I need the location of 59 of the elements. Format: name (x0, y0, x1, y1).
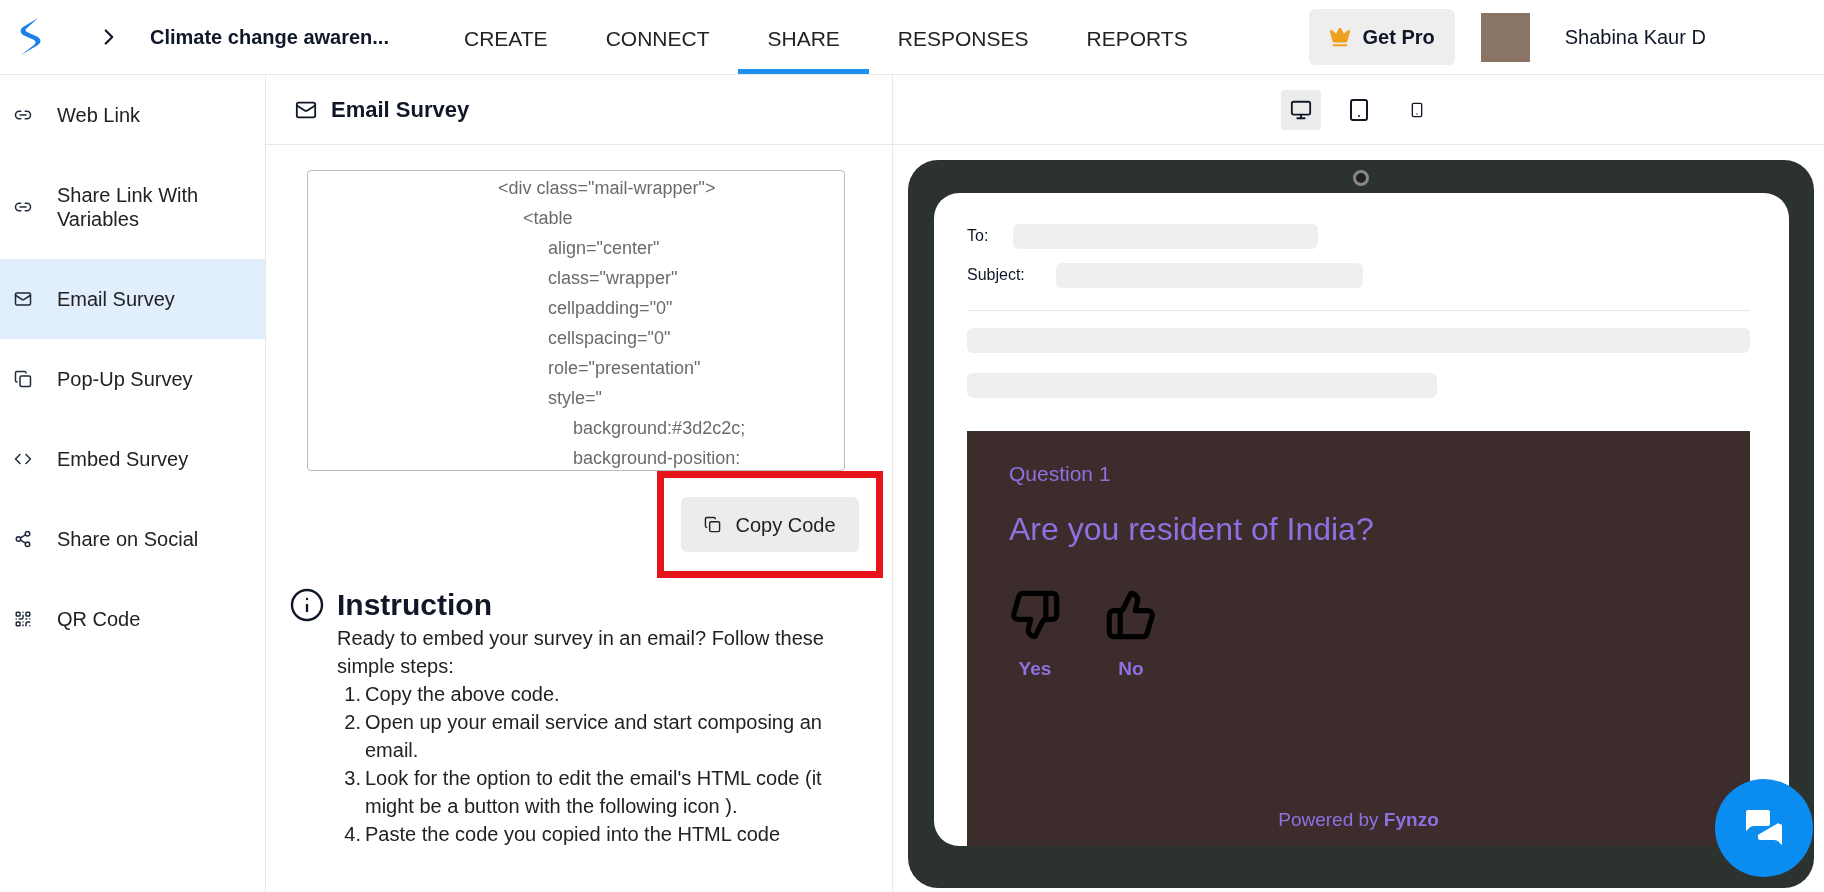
step-number: 1. (343, 682, 361, 707)
nav-tab[interactable]: CREATE (435, 0, 577, 74)
crown-icon (1328, 26, 1351, 48)
mail-icon (14, 290, 32, 308)
code-line: align="center" (547, 237, 660, 260)
camera-icon (1353, 170, 1369, 186)
question-text: Are you resident of India? (1009, 510, 1375, 549)
code-line: <div class="mail-wrapper"> (497, 177, 716, 200)
code-line: class="wrapper" (547, 267, 678, 290)
info-icon (289, 587, 325, 623)
step-text: Paste the code you copied into the HTML code (365, 822, 781, 847)
copy-code-button[interactable]: Copy Code (681, 497, 859, 552)
qr-code-icon (14, 610, 32, 628)
avatar-photo-placeholder[interactable] (1480, 12, 1530, 62)
step-text: Look for the option to edit the email's HTML code (it might be a button with the following icon ). (365, 766, 823, 819)
step-number: 2. (343, 710, 361, 735)
thumbs-down-icon (1009, 589, 1061, 641)
sidebar-item[interactable]: Share Link With Variables (0, 155, 265, 259)
stacked-windows-icon (14, 370, 32, 388)
code-line: style=" (547, 387, 602, 410)
survey-title: Climate change awaren... (150, 25, 390, 50)
step-text: Open up your email service and start composing an email. (365, 710, 823, 763)
nav-tab[interactable]: SHARE (738, 0, 869, 74)
subject-label: Subject: (967, 265, 1026, 285)
nav-tab[interactable]: CONNECT (576, 0, 739, 74)
code-box[interactable]: <div class="mail-wrapper"> <table align="center" class="wrapper" cellpadding="0" cellspacing="0" role="presentation" style=" background:#3d2c2c; background-position: (307, 170, 845, 471)
nav-tab[interactable]: REPORTS (1057, 0, 1217, 74)
answer-option[interactable]: Yes (1018, 655, 1052, 684)
code-line: role="presentation" (547, 357, 701, 380)
panel-title: Email Survey (331, 96, 470, 124)
nav-tab[interactable]: RESPONSES (868, 0, 1058, 74)
device-toggle[interactable] (1280, 89, 1321, 130)
sidebar-item[interactable]: Share on Social (0, 499, 265, 579)
user-name[interactable]: Shabina Kaur D (1564, 22, 1706, 52)
code-line: background:#3d2c2c; (572, 417, 746, 440)
to-label: To: (967, 226, 990, 246)
code-line: <table (522, 207, 573, 230)
sidebar-item[interactable]: Web Link (0, 75, 265, 155)
desktop-icon (1289, 98, 1312, 121)
thumbs-up-icon (1105, 589, 1157, 641)
instruction-intro: Ready to embed your survey in an email? Follow these simple steps: (337, 626, 825, 679)
sidebar-item[interactable]: Pop-Up Survey (0, 339, 265, 419)
sidebar-item[interactable]: QR Code (0, 579, 265, 659)
copy-icon (704, 516, 722, 533)
get-pro-button[interactable]: Get Pro (1308, 9, 1455, 65)
step-number: 4. (343, 822, 361, 847)
share-icon (14, 530, 32, 548)
sidebar-item[interactable]: Email Survey (0, 259, 265, 339)
code-line: cellpadding="0" (547, 297, 673, 320)
code-line: background-position: (572, 447, 741, 470)
sidebar-item[interactable]: Embed Survey (0, 419, 265, 499)
answer-option[interactable]: No (1118, 655, 1144, 684)
instruction-heading: Instruction (337, 587, 492, 623)
logo-icon[interactable] (18, 17, 42, 57)
step-number: 3. (343, 766, 361, 791)
question-number: Question 1 (1009, 461, 1112, 487)
step-text: Copy the above code. (365, 682, 560, 707)
code-line: cellspacing="0" (547, 327, 671, 350)
powered-by-text: Powered by Fynzo (1278, 807, 1439, 832)
